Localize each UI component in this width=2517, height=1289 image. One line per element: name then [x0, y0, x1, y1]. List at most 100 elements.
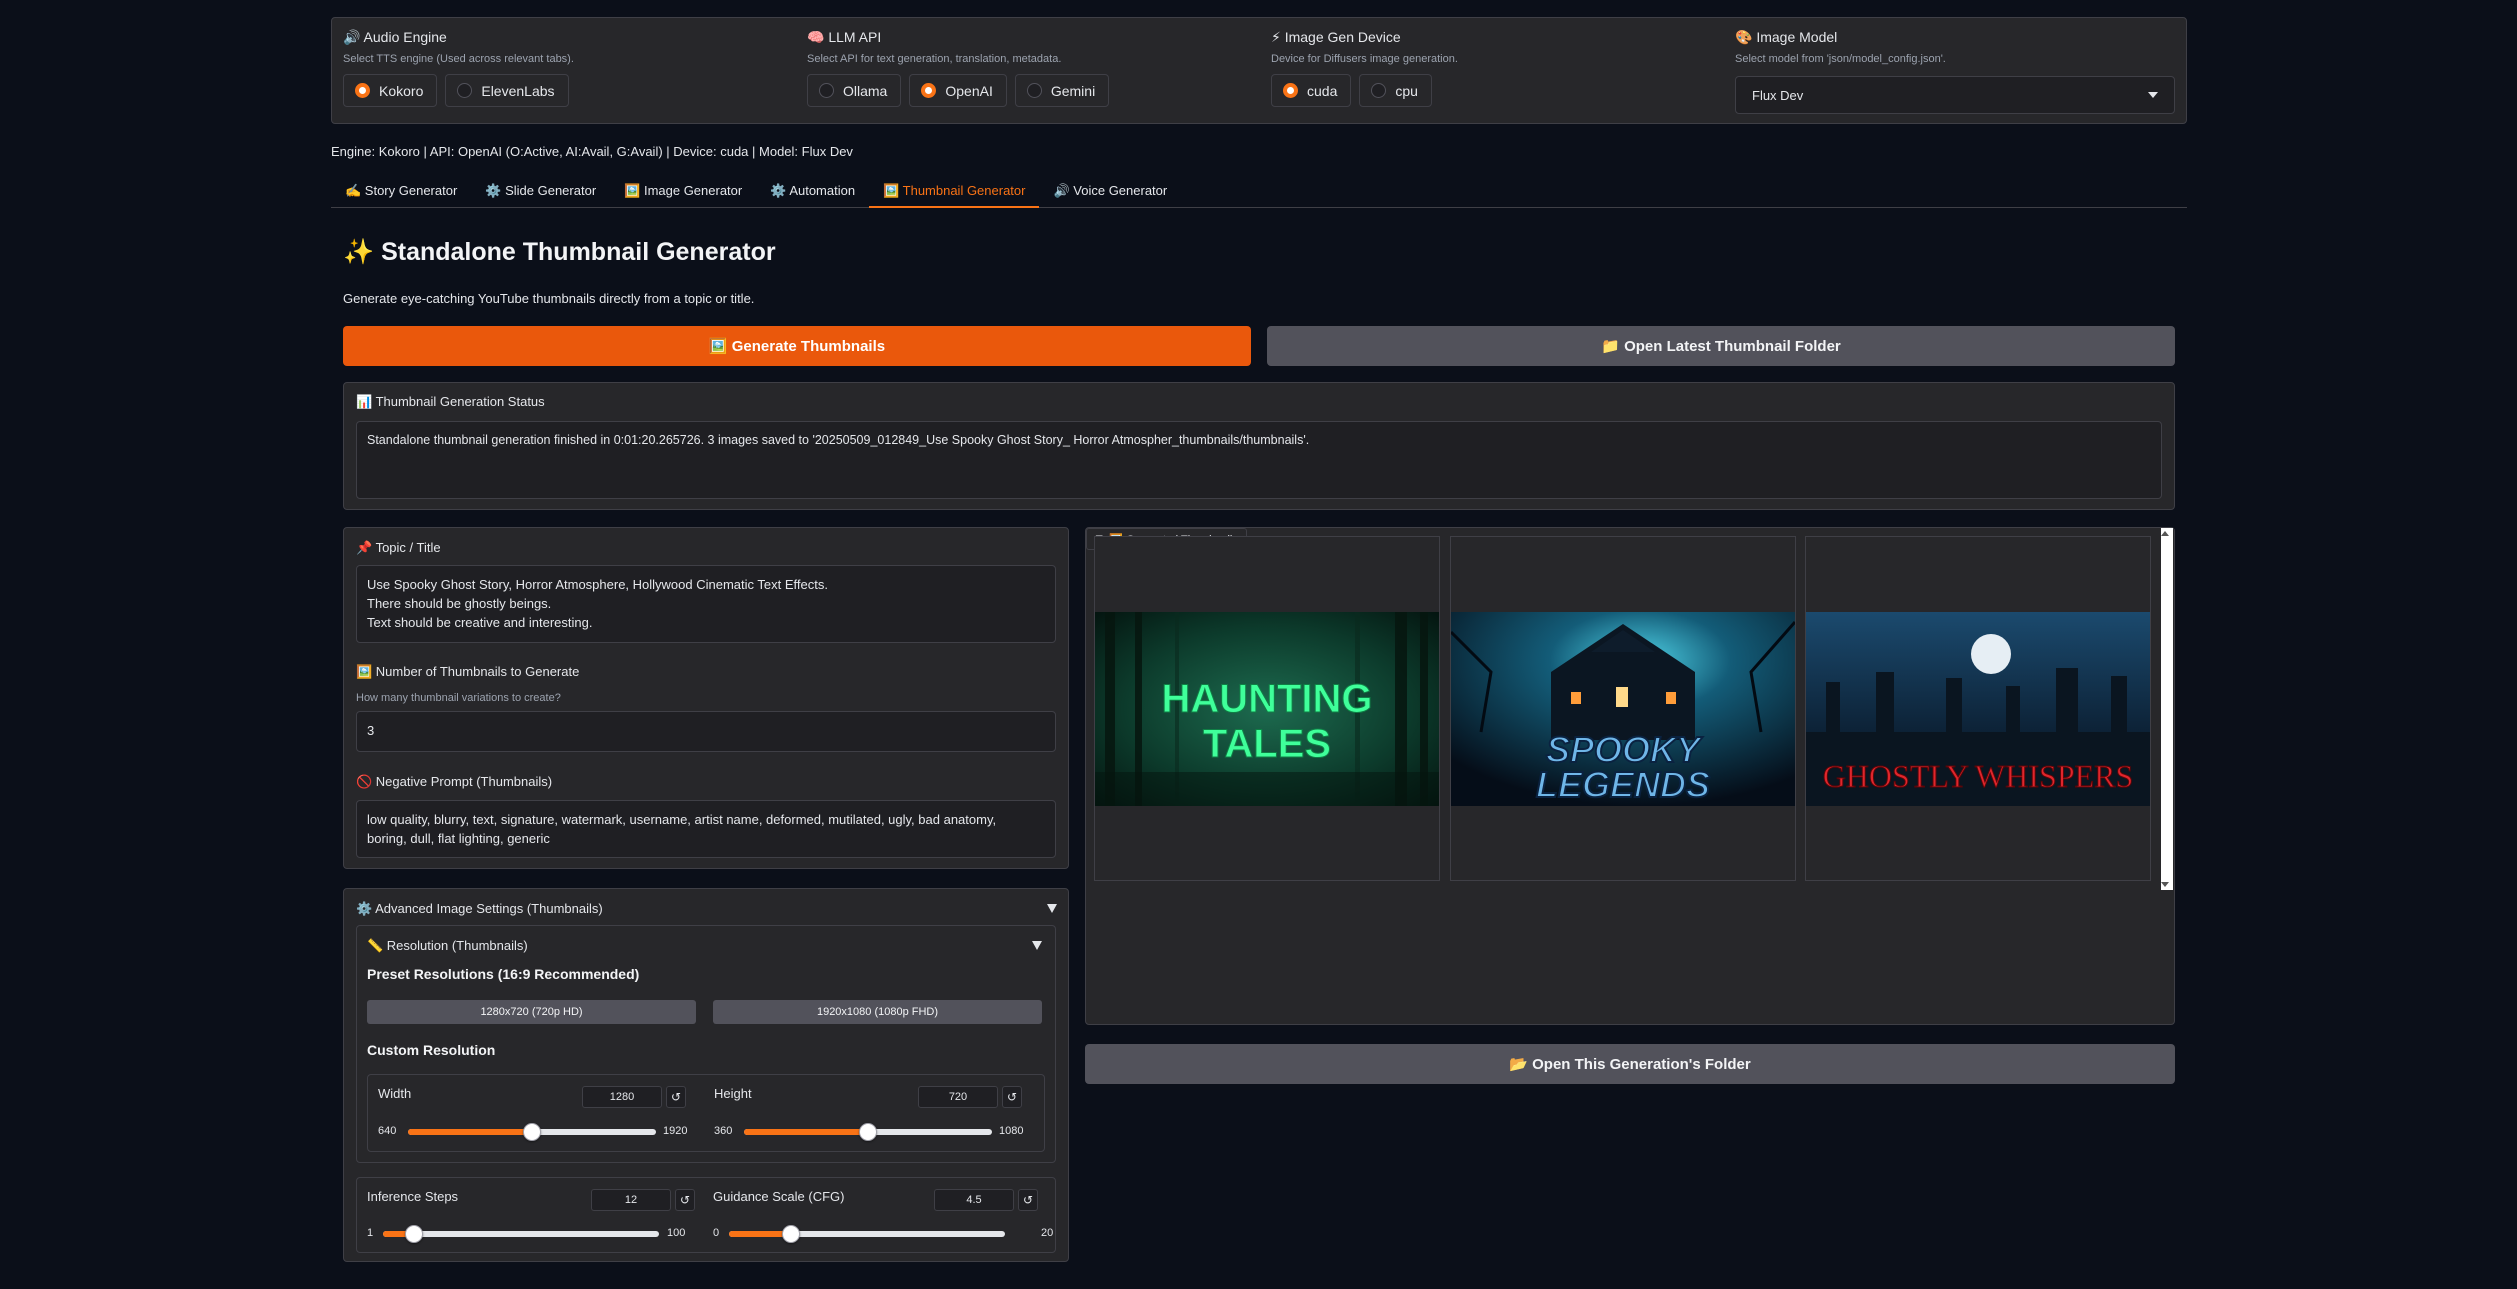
llm-api-title: 🧠 LLM API: [807, 29, 882, 45]
audio-engine-subtitle: Select TTS engine (Used across relevant …: [343, 53, 574, 65]
resolution-accordion: 📏 Resolution (Thumbnails) Preset Resolut…: [356, 925, 1056, 1163]
guidance-scale-input[interactable]: 4.5: [934, 1189, 1014, 1211]
svg-text:HAUNTING: HAUNTING: [1161, 677, 1372, 721]
open-generation-folder-button[interactable]: 📂 Open This Generation's Folder: [1085, 1044, 2175, 1084]
num-thumbnails-label: 🖼️ Number of Thumbnails to Generate: [356, 664, 580, 679]
tab-slide-generator[interactable]: ⚙️ Slide Generator: [471, 178, 610, 208]
inference-steps-input[interactable]: 12: [591, 1189, 671, 1211]
cfg-min: 0: [713, 1227, 720, 1239]
radio-ollama[interactable]: Ollama: [807, 74, 902, 107]
thumbnail-item-1[interactable]: HAUNTING TALES: [1094, 536, 1440, 881]
custom-resolution-sliders: Width 1280 ↺ 640 1920 Height 720 ↺ 360 1…: [367, 1074, 1045, 1152]
collapse-toggle-icon[interactable]: [1047, 904, 1057, 913]
advanced-settings-header[interactable]: ⚙️ Advanced Image Settings (Thumbnails): [356, 901, 603, 917]
preset-720p-button[interactable]: 1280x720 (720p HD): [367, 1000, 696, 1024]
reset-icon[interactable]: ↺: [1002, 1086, 1022, 1108]
height-slider-handle[interactable]: [859, 1123, 877, 1141]
radio-cuda[interactable]: cuda: [1271, 74, 1352, 107]
image-model-value: Flux Dev: [1752, 87, 1804, 103]
cfg-slider-handle[interactable]: [782, 1225, 801, 1243]
open-latest-folder-button[interactable]: 📁 Open Latest Thumbnail Folder: [1267, 326, 2175, 366]
svg-text:GHOSTLY WHISPERS: GHOSTLY WHISPERS: [1823, 758, 2134, 794]
main-tabs: ✍️ Story Generator ⚙️ Slide Generator 🖼️…: [331, 178, 2187, 208]
page-title: ✨ Standalone Thumbnail Generator: [343, 238, 776, 266]
thumbnail-item-2[interactable]: SPOOKY LEGENDS: [1450, 536, 1796, 881]
tab-automation[interactable]: ⚙️ Automation: [756, 178, 869, 208]
radio-dot-icon: [1026, 83, 1042, 98]
radio-dot-icon: [457, 83, 473, 98]
tab-image-generator[interactable]: 🖼️ Image Generator: [610, 178, 756, 208]
engine-status-line: Engine: Kokoro | API: OpenAI (O:Active, …: [331, 144, 853, 159]
preset-resolutions-heading: Preset Resolutions (16:9 Recommended): [367, 966, 640, 982]
advanced-settings-accordion: ⚙️ Advanced Image Settings (Thumbnails) …: [343, 888, 1069, 1262]
topic-textarea[interactable]: Use Spooky Ghost Story, Horror Atmospher…: [356, 565, 1056, 643]
custom-resolution-heading: Custom Resolution: [367, 1042, 496, 1058]
svg-text:LEGENDS: LEGENDS: [1536, 764, 1710, 805]
height-number-input[interactable]: 720: [918, 1086, 998, 1108]
image-model-title: 🎨 Image Model: [1735, 29, 1838, 45]
negative-prompt-textarea[interactable]: low quality, blurry, text, signature, wa…: [356, 800, 1056, 858]
svg-text:TALES: TALES: [1203, 722, 1331, 766]
height-slider-fill: [744, 1129, 868, 1135]
global-config-panel: 🔊 Audio Engine Select TTS engine (Used a…: [331, 17, 2187, 124]
tab-thumbnail-generator[interactable]: 🖼️ Thumbnail Generator: [869, 178, 1040, 208]
generation-status-block: 📊 Thumbnail Generation Status Standalone…: [343, 382, 2175, 510]
image-model-group: 🎨 Image Model Select model from 'json/mo…: [1735, 18, 2177, 123]
height-slider[interactable]: [744, 1123, 992, 1141]
height-max: 1080: [999, 1125, 1024, 1137]
reset-icon[interactable]: ↺: [1018, 1189, 1038, 1211]
generation-status-textbox[interactable]: Standalone thumbnail generation finished…: [356, 421, 2162, 499]
width-max: 1920: [663, 1125, 688, 1137]
inference-steps-slider[interactable]: [383, 1225, 659, 1243]
scroll-down-icon[interactable]: [2161, 882, 2169, 887]
cfg-max: 20: [1041, 1227, 1054, 1239]
radio-dot-icon: [355, 83, 370, 98]
scroll-up-icon[interactable]: [2161, 531, 2169, 536]
steps-slider-handle[interactable]: [404, 1225, 423, 1243]
radio-elevenlabs[interactable]: ElevenLabs: [445, 74, 569, 107]
tab-story-generator[interactable]: ✍️ Story Generator: [331, 178, 471, 208]
collapse-toggle-icon[interactable]: [1032, 941, 1042, 950]
inference-steps-label: Inference Steps: [367, 1189, 459, 1204]
steps-max: 100: [667, 1227, 686, 1239]
radio-dot-icon: [1371, 83, 1387, 98]
llm-api-subtitle: Select API for text generation, translat…: [807, 53, 1062, 65]
width-slider[interactable]: [408, 1123, 656, 1141]
radio-kokoro[interactable]: Kokoro: [343, 74, 438, 107]
generation-status-label: 📊 Thumbnail Generation Status: [356, 394, 545, 409]
num-thumbnails-input[interactable]: 3: [356, 711, 1056, 752]
width-number-input[interactable]: 1280: [582, 1086, 662, 1108]
image-model-select[interactable]: Flux Dev: [1735, 76, 2175, 114]
reset-icon[interactable]: ↺: [675, 1189, 695, 1211]
prompt-settings-block: 📌 Topic / Title Use Spooky Ghost Story, …: [343, 527, 1069, 869]
guidance-scale-label: Guidance Scale (CFG): [713, 1189, 845, 1204]
spooky-legends-image: SPOOKY LEGENDS: [1451, 612, 1795, 806]
radio-cpu[interactable]: cpu: [1359, 74, 1432, 107]
topic-label: 📌 Topic / Title: [356, 540, 441, 555]
thumbnail-image-2[interactable]: SPOOKY LEGENDS: [1451, 612, 1795, 806]
image-model-subtitle: Select model from 'json/model_config.jso…: [1735, 53, 1946, 65]
num-thumbnails-sublabel: How many thumbnail variations to create?: [356, 692, 561, 704]
thumbnail-image-1[interactable]: HAUNTING TALES: [1095, 612, 1439, 806]
guidance-scale-slider[interactable]: [729, 1225, 1005, 1243]
radio-dot-icon: [819, 83, 834, 98]
thumbnail-item-3[interactable]: GHOSTLY WHISPERS: [1805, 536, 2151, 881]
ghostly-whispers-image: GHOSTLY WHISPERS: [1806, 612, 2150, 806]
width-label: Width: [378, 1086, 412, 1101]
width-slider-handle[interactable]: [523, 1123, 541, 1141]
tab-voice-generator[interactable]: 🔊 Voice Generator: [1039, 178, 1181, 208]
preset-1080p-button[interactable]: 1920x1080 (1080p FHD): [713, 1000, 1042, 1024]
generate-thumbnails-button[interactable]: 🖼️ Generate Thumbnails: [343, 326, 1251, 366]
gallery-scrollbar[interactable]: [2161, 528, 2173, 890]
image-gen-device-title: ⚡ Image Gen Device: [1271, 29, 1401, 45]
reset-icon[interactable]: ↺: [666, 1086, 686, 1108]
radio-gemini[interactable]: Gemini: [1014, 74, 1110, 107]
haunting-tales-image: HAUNTING TALES: [1095, 612, 1439, 806]
resolution-header[interactable]: 📏 Resolution (Thumbnails): [367, 938, 528, 954]
page-description: Generate eye-catching YouTube thumbnails…: [343, 291, 755, 306]
radio-openai[interactable]: OpenAI: [909, 74, 1007, 107]
height-min: 360: [714, 1125, 733, 1137]
chevron-down-icon: [2148, 92, 2158, 98]
audio-engine-title: 🔊 Audio Engine: [343, 29, 447, 45]
thumbnail-image-3[interactable]: GHOSTLY WHISPERS: [1806, 612, 2150, 806]
